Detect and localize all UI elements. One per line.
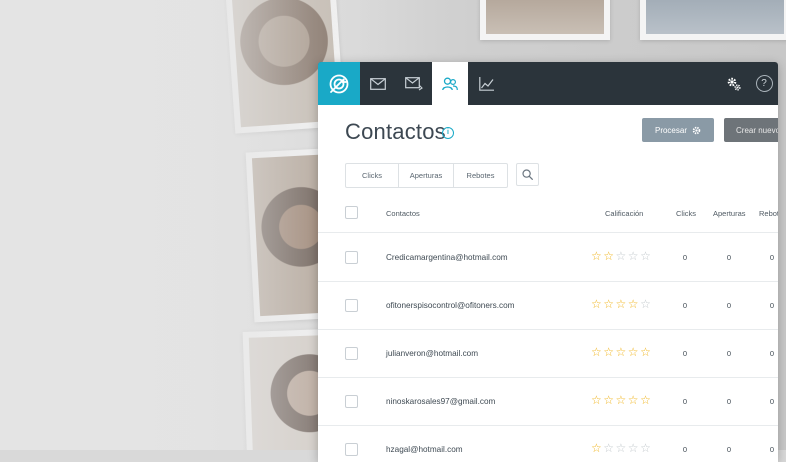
table-row[interactable]: ofitonerspisocontrol@ofitoners.com ☆ ☆ ☆ ☆ ☆ 0… [318, 281, 778, 330]
stats-icon[interactable] [468, 62, 504, 105]
star-filled-icon[interactable]: ☆ [603, 393, 614, 407]
help-icon-label: ? [755, 75, 773, 92]
star-filled-icon[interactable]: ☆ [603, 297, 614, 311]
star-filled-icon[interactable]: ☆ [591, 297, 602, 311]
filter-rebotes[interactable]: Rebotes [454, 164, 507, 187]
aperturas-count: 0 [726, 397, 732, 406]
star-filled-icon[interactable]: ☆ [616, 345, 627, 359]
rating-stars[interactable]: ☆ ☆ ☆ ☆ ☆ [591, 393, 651, 407]
header-aperturas[interactable]: Aperturas [713, 209, 746, 218]
star-filled-icon[interactable]: ☆ [628, 393, 639, 407]
star-filled-icon[interactable]: ☆ [591, 249, 602, 263]
header-rebotes[interactable]: Rebot [759, 209, 778, 218]
app-window: ? Contactos i Procesar Crear nuevo Click… [318, 62, 778, 462]
send-mail-icon[interactable] [396, 62, 432, 105]
clicks-count: 0 [682, 253, 688, 262]
top-nav-bar: ? [318, 62, 778, 105]
star-filled-icon[interactable]: ☆ [603, 249, 614, 263]
aperturas-count: 0 [726, 253, 732, 262]
star-empty-icon[interactable]: ☆ [640, 249, 651, 263]
star-filled-icon[interactable]: ☆ [640, 345, 651, 359]
crear-nuevo-button[interactable]: Crear nuevo [724, 118, 778, 142]
contacts-icon[interactable] [432, 62, 468, 105]
header-contactos[interactable]: Contactos [386, 209, 420, 218]
star-filled-icon[interactable]: ☆ [603, 345, 614, 359]
info-icon[interactable]: i [442, 127, 454, 139]
table-row[interactable]: julianveron@hotmail.com ☆ ☆ ☆ ☆ ☆ 0 0 0 [318, 329, 778, 378]
star-empty-icon[interactable]: ☆ [640, 441, 651, 455]
star-empty-icon[interactable]: ☆ [603, 441, 614, 455]
procesar-button[interactable]: Procesar [642, 118, 714, 142]
mail-icon[interactable] [360, 62, 396, 105]
rebotes-count: 0 [769, 349, 775, 358]
search-icon [522, 169, 533, 180]
search-button[interactable] [516, 163, 539, 186]
header-clicks[interactable]: Clicks [676, 209, 696, 218]
contact-email[interactable]: Credicamargentina@hotmail.com [386, 253, 508, 262]
table-row[interactable]: Credicamargentina@hotmail.com ☆ ☆ ☆ ☆ ☆ 0 0 0 [318, 233, 778, 282]
table-header: Contactos Calificación Clicks Aperturas … [318, 202, 778, 233]
row-checkbox[interactable] [345, 395, 358, 408]
logo-icon[interactable] [318, 62, 360, 105]
star-empty-icon[interactable]: ☆ [640, 297, 651, 311]
procesar-label: Procesar [654, 125, 687, 135]
filter-aperturas[interactable]: Aperturas [399, 164, 454, 187]
rebotes-count: 0 [769, 301, 775, 310]
filter-group: Clicks Aperturas Rebotes [345, 163, 508, 188]
star-empty-icon[interactable]: ☆ [628, 249, 639, 263]
star-filled-icon[interactable]: ☆ [616, 393, 627, 407]
gear-icon [692, 126, 701, 134]
star-filled-icon[interactable]: ☆ [640, 393, 651, 407]
rebotes-count: 0 [769, 253, 775, 262]
rating-stars[interactable]: ☆ ☆ ☆ ☆ ☆ [591, 297, 651, 311]
clicks-count: 0 [682, 349, 688, 358]
header-calificacion[interactable]: Calificación [605, 209, 643, 218]
table-row[interactable]: ninoskarosales97@gmail.com ☆ ☆ ☆ ☆ ☆ 0 0 0 [318, 377, 778, 426]
table-row[interactable]: hzagal@hotmail.com ☆ ☆ ☆ ☆ ☆ 0 0 0 [318, 425, 778, 462]
rebotes-count: 0 [769, 397, 775, 406]
filter-clicks[interactable]: Clicks [346, 164, 399, 187]
aperturas-count: 0 [726, 349, 732, 358]
clicks-count: 0 [682, 397, 688, 406]
rating-stars[interactable]: ☆ ☆ ☆ ☆ ☆ [591, 441, 651, 455]
star-filled-icon[interactable]: ☆ [591, 441, 602, 455]
crear-nuevo-label: Crear nuevo [736, 125, 778, 135]
star-filled-icon[interactable]: ☆ [616, 297, 627, 311]
star-filled-icon[interactable]: ☆ [591, 345, 602, 359]
row-checkbox[interactable] [345, 347, 358, 360]
contact-email[interactable]: ofitonerspisocontrol@ofitoners.com [386, 301, 514, 310]
contact-email[interactable]: ninoskarosales97@gmail.com [386, 397, 495, 406]
star-filled-icon[interactable]: ☆ [628, 345, 639, 359]
help-icon[interactable]: ? [746, 62, 778, 105]
rating-stars[interactable]: ☆ ☆ ☆ ☆ ☆ [591, 249, 651, 263]
contact-email[interactable]: julianveron@hotmail.com [386, 349, 478, 358]
row-checkbox[interactable] [345, 299, 358, 312]
star-filled-icon[interactable]: ☆ [628, 297, 639, 311]
select-all-checkbox[interactable] [345, 206, 358, 219]
rating-stars[interactable]: ☆ ☆ ☆ ☆ ☆ [591, 345, 651, 359]
star-empty-icon[interactable]: ☆ [616, 249, 627, 263]
star-empty-icon[interactable]: ☆ [628, 441, 639, 455]
aperturas-count: 0 [726, 301, 732, 310]
row-checkbox[interactable] [345, 251, 358, 264]
clicks-count: 0 [682, 301, 688, 310]
star-filled-icon[interactable]: ☆ [591, 393, 602, 407]
page-title: Contactos [345, 119, 446, 144]
star-empty-icon[interactable]: ☆ [616, 441, 627, 455]
